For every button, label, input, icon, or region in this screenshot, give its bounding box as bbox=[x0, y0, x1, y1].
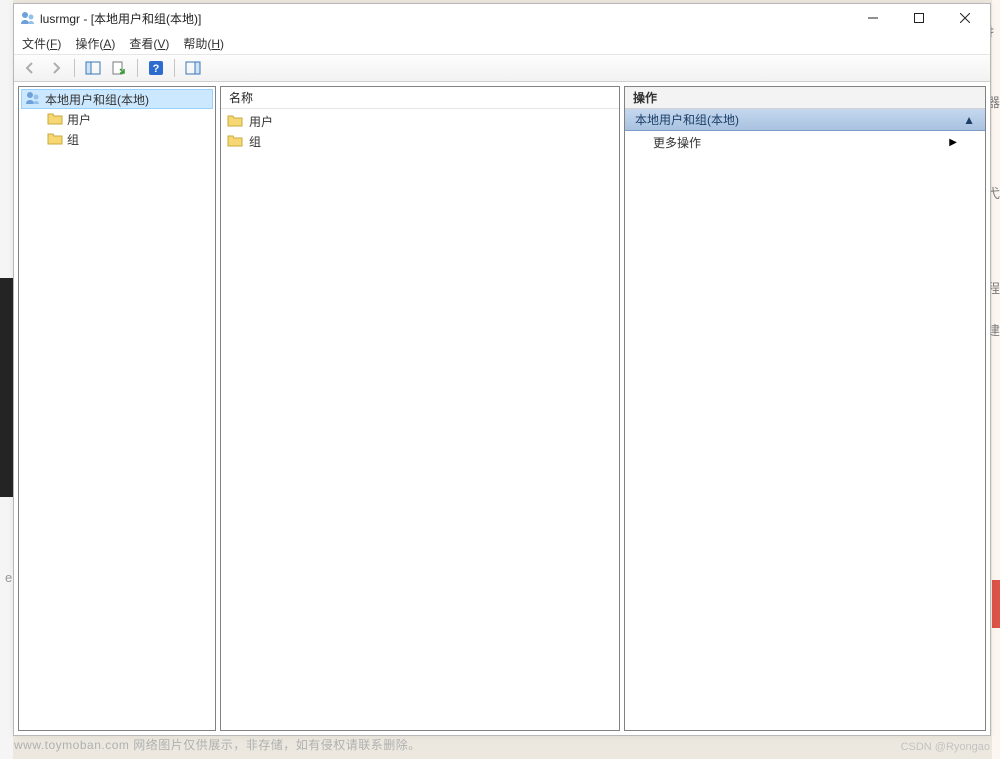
list-item-label: 组 bbox=[249, 133, 261, 150]
menu-help[interactable]: 帮助(H) bbox=[183, 35, 224, 52]
show-hide-tree-button[interactable] bbox=[81, 56, 105, 80]
submenu-arrow-icon: ▶ bbox=[949, 137, 957, 148]
svg-text:?: ? bbox=[153, 63, 160, 75]
tree-root[interactable]: 本地用户和组(本地) bbox=[21, 89, 213, 109]
app-icon bbox=[20, 10, 36, 26]
tree-item-groups[interactable]: 组 bbox=[21, 129, 213, 149]
folder-icon bbox=[227, 113, 243, 130]
show-hide-action-pane-button[interactable] bbox=[181, 56, 205, 80]
toolbar-separator bbox=[174, 59, 175, 77]
forward-button[interactable] bbox=[44, 56, 68, 80]
menu-file[interactable]: 文件(F) bbox=[22, 35, 61, 52]
tree-root-label: 本地用户和组(本地) bbox=[45, 91, 149, 108]
tree-panel: 本地用户和组(本地) 用户 组 bbox=[18, 86, 216, 731]
close-button[interactable] bbox=[942, 4, 988, 32]
toolbar: ? bbox=[14, 54, 990, 82]
list-panel: 名称 用户 组 bbox=[220, 86, 620, 731]
tree-item-users[interactable]: 用户 bbox=[21, 109, 213, 129]
help-button[interactable]: ? bbox=[144, 56, 168, 80]
content-area: 本地用户和组(本地) 用户 组 bbox=[14, 82, 990, 735]
folder-icon bbox=[47, 111, 63, 128]
folder-icon bbox=[227, 133, 243, 150]
app-window: lusrmgr - [本地用户和组(本地)] 文件(F) 操作(A) 查看(V)… bbox=[13, 3, 991, 736]
users-groups-icon bbox=[25, 90, 41, 109]
actions-panel: 操作 本地用户和组(本地) ▲ 更多操作 ▶ bbox=[624, 86, 986, 731]
back-button[interactable] bbox=[18, 56, 42, 80]
export-list-button[interactable] bbox=[107, 56, 131, 80]
csdn-credit: CSDN @Ryongao bbox=[901, 741, 990, 753]
folder-icon bbox=[47, 131, 63, 148]
collapse-caret-icon: ▲ bbox=[963, 113, 975, 127]
menu-view[interactable]: 查看(V) bbox=[129, 35, 169, 52]
actions-title: 操作 bbox=[625, 87, 985, 109]
tree-item-label: 组 bbox=[67, 131, 79, 148]
maximize-button[interactable] bbox=[896, 4, 942, 32]
menu-action[interactable]: 操作(A) bbox=[75, 35, 115, 52]
list-column-name[interactable]: 名称 bbox=[221, 87, 619, 109]
actions-group-label: 本地用户和组(本地) bbox=[635, 111, 739, 128]
toolbar-separator bbox=[74, 59, 75, 77]
tree-item-label: 用户 bbox=[67, 111, 91, 128]
menubar: 文件(F) 操作(A) 查看(V) 帮助(H) bbox=[14, 32, 990, 54]
watermark-text: www.toymoban.com 网络图片仅供展示，非存储，如有侵权请联系删除。 bbox=[14, 736, 421, 753]
window-title: lusrmgr - [本地用户和组(本地)] bbox=[40, 10, 201, 27]
toolbar-separator bbox=[137, 59, 138, 77]
list-item-label: 用户 bbox=[249, 113, 273, 130]
list-item-users[interactable]: 用户 bbox=[223, 111, 617, 131]
list-item-groups[interactable]: 组 bbox=[223, 131, 617, 151]
actions-more[interactable]: 更多操作 ▶ bbox=[625, 131, 985, 153]
actions-more-label: 更多操作 bbox=[653, 134, 701, 151]
actions-group-header[interactable]: 本地用户和组(本地) ▲ bbox=[625, 109, 985, 131]
titlebar[interactable]: lusrmgr - [本地用户和组(本地)] bbox=[14, 4, 990, 32]
minimize-button[interactable] bbox=[850, 4, 896, 32]
